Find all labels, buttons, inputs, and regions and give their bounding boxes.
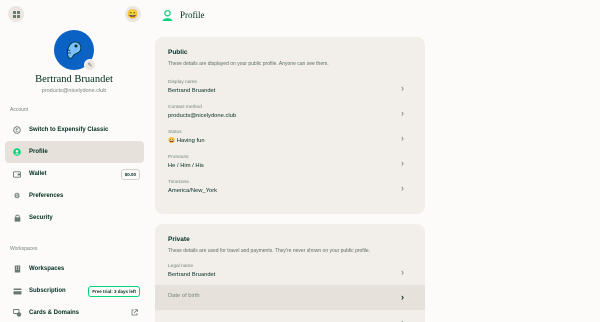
public-section-card: Public These details are displayed on yo… — [155, 37, 425, 214]
row-label: Date of birth — [168, 293, 200, 299]
sidebar-item-label: Workspaces — [29, 266, 65, 272]
sidebar-item-security[interactable]: Security — [5, 207, 144, 229]
public-section-description: These details are displayed on your publ… — [168, 61, 329, 67]
gear-icon: ⚙ — [13, 193, 21, 200]
credit-card-icon — [7, 280, 27, 302]
home-button[interactable] — [8, 6, 24, 22]
sidebar-item-label: Switch to Expensify Classic — [29, 127, 109, 133]
row-value: 😀 Having fun — [168, 138, 205, 144]
wallet-icon — [7, 163, 27, 185]
row-label: Legal name — [168, 264, 194, 269]
page-header: Profile — [160, 8, 205, 22]
sidebar: 😀 ✎ Bertrand Bruandet products@nicelydon… — [0, 0, 150, 322]
sidebar-item-label: Wallet — [29, 171, 47, 177]
chevron-right-icon: › — [401, 267, 404, 277]
sidebar-item-workspaces[interactable]: Workspaces — [5, 258, 144, 280]
chevron-right-icon: › — [401, 108, 404, 118]
wallet-balance-badge: $0.00 — [120, 168, 140, 180]
cards-icon — [7, 302, 27, 322]
building-icon — [7, 258, 27, 280]
pronouns-row[interactable]: Pronouns He / Him / His › — [155, 151, 425, 176]
row-value: products@nicelydone.club — [168, 113, 237, 119]
lock-icon — [7, 207, 27, 229]
edit-avatar-button[interactable]: ✎ — [84, 59, 96, 71]
account-section-label: Account — [10, 107, 29, 113]
sidebar-item-label: Preferences — [29, 193, 64, 199]
chevron-right-icon: › — [401, 83, 404, 93]
workspaces-section-label: Workspaces — [10, 246, 38, 252]
sidebar-item-profile[interactable]: Profile — [5, 141, 144, 163]
user-email: products@nicelydone.club — [41, 88, 107, 94]
sidebar-item-cards-domains[interactable]: Cards & Domains — [5, 302, 144, 322]
chevron-right-icon: › — [401, 133, 404, 143]
chevron-right-icon: › — [401, 183, 404, 193]
sidebar-item-label: Profile — [29, 149, 48, 155]
expensify-icon: E — [7, 119, 27, 141]
svg-text:E: E — [15, 128, 18, 133]
free-trial-badge: Free trial: 3 days left — [88, 285, 140, 297]
public-section-title: Public — [168, 49, 188, 56]
row-value: Bertrand Bruandet — [168, 88, 216, 94]
sidebar-item-subscription[interactable]: Subscription Free trial: 3 days left — [5, 280, 144, 302]
chevron-right-icon: › — [401, 317, 404, 322]
row-value: Bertrand Bruandet — [168, 272, 216, 278]
status-row[interactable]: Status 😀 Having fun › — [155, 126, 425, 151]
chevron-right-icon: › — [401, 158, 404, 168]
profile-icon — [160, 8, 174, 22]
sidebar-item-preferences[interactable]: ⚙ Preferences — [5, 185, 144, 207]
user-display-name: Bertrand Bruandet — [35, 74, 113, 85]
sidebar-item-wallet[interactable]: Wallet $0.00 — [5, 163, 144, 185]
row-value: America/New_York — [168, 188, 218, 194]
row-value: He / Him / His — [168, 163, 204, 169]
row-label: Contact method — [168, 105, 202, 110]
pencil-icon: ✎ — [87, 62, 93, 69]
status-emoji-button[interactable]: 😀 — [125, 6, 141, 22]
sidebar-item-expensify-classic[interactable]: E Switch to Expensify Classic — [5, 119, 144, 141]
date-of-birth-row[interactable]: Date of birth › — [155, 285, 425, 310]
row-label: Timezone — [168, 180, 189, 185]
display-name-row[interactable]: Display name Bertrand Bruandet › — [155, 76, 425, 101]
private-section-description: These details are used for travel and pa… — [168, 248, 371, 254]
row-label: Pronouns — [168, 155, 189, 160]
address-row[interactable]: › — [155, 310, 425, 322]
row-label: Display name — [168, 80, 198, 85]
legal-name-row[interactable]: Legal name Bertrand Bruandet › — [155, 260, 425, 285]
row-label: Status — [168, 130, 182, 135]
private-section-title: Private — [168, 236, 190, 243]
sidebar-item-label: Subscription — [29, 288, 66, 294]
timezone-row[interactable]: Timezone America/New_York › — [155, 176, 425, 201]
external-link-icon — [131, 308, 138, 318]
status-emoji: 😀 — [127, 8, 139, 19]
contact-method-row[interactable]: Contact method products@nicelydone.club … — [155, 101, 425, 126]
chevron-right-icon: › — [401, 292, 404, 302]
sidebar-item-label: Security — [29, 215, 53, 221]
page-title: Profile — [180, 10, 205, 20]
grid-icon — [12, 10, 20, 18]
private-section-card: Private These details are used for trave… — [155, 224, 425, 322]
profile-icon — [7, 141, 27, 163]
sidebar-item-label: Cards & Domains — [29, 310, 80, 316]
